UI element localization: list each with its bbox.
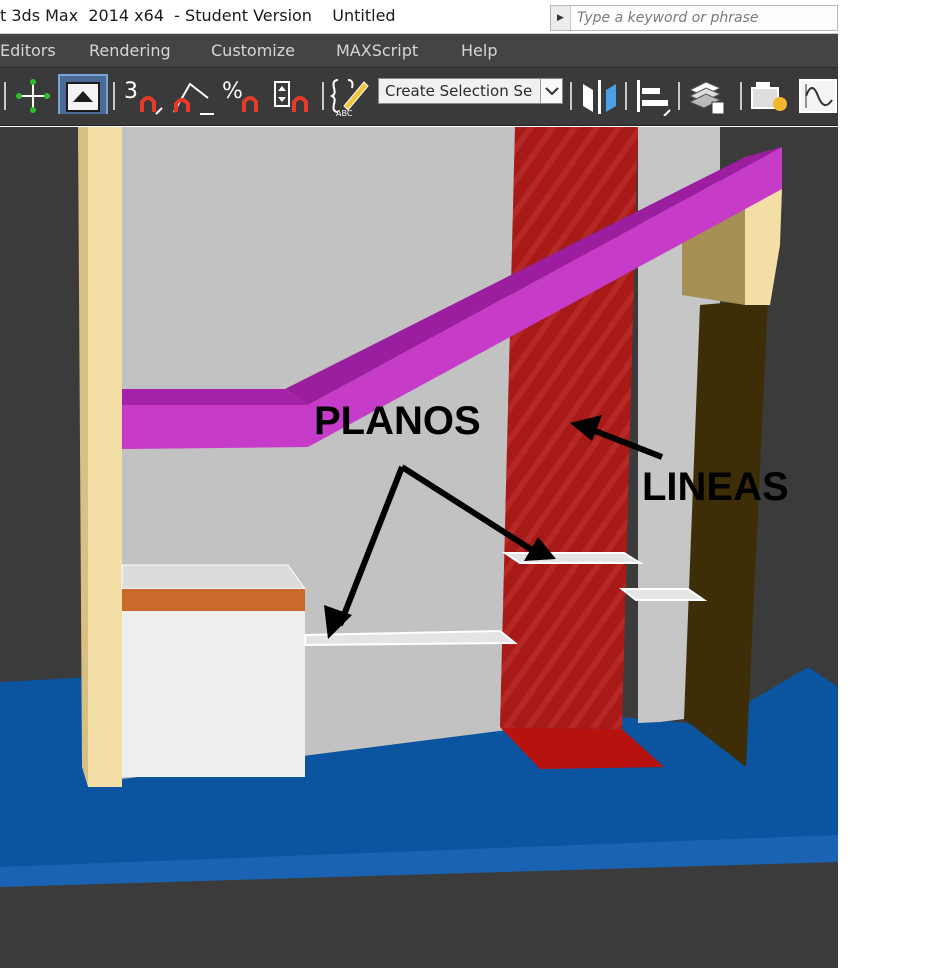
toolbar-separator bbox=[625, 82, 627, 110]
perspective-viewport[interactable]: PLANOS LINEAS bbox=[0, 127, 838, 968]
toolbar-separator bbox=[113, 82, 115, 110]
search-box[interactable]: ▶ bbox=[550, 5, 838, 31]
named-selection-set-value: Create Selection Se bbox=[385, 82, 533, 100]
toolbar-separator bbox=[322, 82, 324, 110]
select-region-icon[interactable] bbox=[58, 74, 108, 114]
label-lineas: LINEAS bbox=[642, 465, 789, 509]
search-input[interactable] bbox=[577, 8, 832, 28]
box-orange-stripe bbox=[122, 589, 305, 611]
box-top[interactable] bbox=[121, 564, 306, 590]
plane-shelf-2[interactable] bbox=[501, 552, 644, 564]
toolbar-separator bbox=[4, 82, 6, 110]
menu-help[interactable]: Help bbox=[461, 41, 497, 60]
beam-lower-top bbox=[122, 389, 308, 405]
window-title: t 3ds Max 2014 x64 - Student Version Unt… bbox=[0, 6, 396, 25]
layer-manager-icon[interactable] bbox=[686, 76, 726, 116]
title-bar: t 3ds Max 2014 x64 - Student Version Unt… bbox=[0, 0, 838, 34]
angle-snap-icon[interactable] bbox=[170, 76, 216, 116]
snap-3d-icon[interactable]: 3 bbox=[122, 76, 166, 116]
svg-text:3: 3 bbox=[124, 79, 138, 104]
menu-editors[interactable]: Editors bbox=[0, 41, 56, 60]
menu-bar: Editors Rendering Customize MAXScript He… bbox=[0, 34, 838, 68]
move-icon[interactable] bbox=[16, 76, 50, 116]
svg-text:%: % bbox=[222, 79, 243, 104]
plane-shelf-3[interactable] bbox=[619, 588, 708, 601]
toolbar-separator bbox=[740, 82, 742, 110]
chevron-down-icon[interactable] bbox=[540, 79, 562, 103]
beam-lower-front[interactable] bbox=[122, 405, 308, 449]
percent-snap-icon[interactable]: % bbox=[222, 76, 266, 116]
red-column[interactable] bbox=[500, 127, 638, 729]
edit-named-selection-icon[interactable]: ABC bbox=[330, 76, 372, 116]
box-front[interactable] bbox=[122, 611, 305, 777]
label-planos: PLANOS bbox=[314, 399, 481, 443]
main-toolbar: 3 % ABC Create Selection Se bbox=[0, 68, 838, 126]
curve-editor-icon[interactable] bbox=[798, 76, 838, 116]
render-setup-icon[interactable] bbox=[750, 76, 790, 116]
svg-text:ABC: ABC bbox=[336, 109, 353, 116]
align-icon[interactable] bbox=[634, 76, 674, 116]
toolbar-separator bbox=[678, 82, 680, 110]
spinner-snap-icon[interactable] bbox=[272, 76, 316, 116]
menu-rendering[interactable]: Rendering bbox=[89, 41, 171, 60]
scene-render bbox=[0, 127, 838, 887]
named-selection-set-dropdown[interactable]: Create Selection Se bbox=[378, 78, 563, 104]
menu-customize[interactable]: Customize bbox=[211, 41, 295, 60]
mirror-icon[interactable] bbox=[580, 76, 620, 116]
right-cream-block-face bbox=[745, 189, 782, 305]
menu-maxscript[interactable]: MAXScript bbox=[336, 41, 418, 60]
search-expand-arrow-icon[interactable]: ▶ bbox=[551, 6, 571, 30]
toolbar-separator bbox=[570, 82, 572, 110]
